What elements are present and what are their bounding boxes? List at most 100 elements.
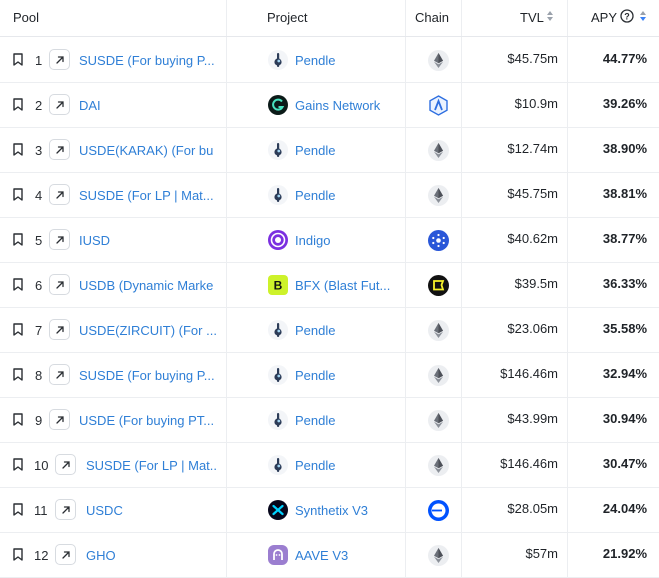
external-link-icon[interactable] (49, 229, 70, 250)
ethereum-chain-icon[interactable] (428, 320, 449, 341)
project-link[interactable]: BFX (Blast Fut... (295, 278, 395, 293)
rank-number: 5 (35, 233, 43, 248)
table-row[interactable]: 1 SUSDE (For buying P... Pendle $45.75m 44.7… (0, 38, 659, 83)
pool-link[interactable]: USDE (For buying PT... (79, 413, 216, 428)
pendle-logo-icon (268, 365, 288, 385)
rank-number: 3 (35, 143, 43, 158)
tvl-value: $57m (525, 546, 558, 561)
pool-link[interactable]: SUSDE (For LP | Mat... (86, 458, 216, 473)
pool-link[interactable]: DAI (79, 98, 216, 113)
project-link[interactable]: Pendle (295, 188, 395, 203)
tvl-sort-icon[interactable] (546, 10, 554, 25)
ethereum-chain-icon[interactable] (428, 185, 449, 206)
pool-link[interactable]: USDE(ZIRCUIT) (For ... (79, 323, 216, 338)
bookmark-icon[interactable] (13, 143, 23, 156)
external-link-icon[interactable] (49, 364, 70, 385)
table-row[interactable]: 11 USDC Synthetix V3 $28.05m 24.04% (0, 488, 659, 533)
blast-chain-icon[interactable] (428, 275, 449, 296)
project-link[interactable]: Pendle (295, 368, 395, 383)
pool-link[interactable]: GHO (86, 548, 216, 563)
external-link-icon[interactable] (49, 274, 70, 295)
project-link[interactable]: Pendle (295, 53, 395, 68)
bookmark-icon[interactable] (13, 323, 23, 336)
external-link-icon[interactable] (55, 544, 76, 565)
svg-text:B: B (274, 279, 283, 293)
table-header: Pool Project Chain TVL APY ? (0, 0, 659, 37)
table-row[interactable]: 4 SUSDE (For LP | Mat... Pendle $45.75m 38.8… (0, 173, 659, 218)
bookmark-icon[interactable] (13, 188, 23, 201)
table-row[interactable]: 9 USDE (For buying PT... Pendle $43.99m 30.9… (0, 398, 659, 443)
project-link[interactable]: Gains Network (295, 98, 395, 113)
apy-value: 38.81% (602, 186, 647, 201)
ethereum-chain-icon[interactable] (428, 140, 449, 161)
bookmark-icon[interactable] (13, 548, 23, 561)
external-link-icon[interactable] (55, 454, 76, 475)
external-link-icon[interactable] (49, 94, 70, 115)
pendle-logo-icon (268, 50, 288, 70)
bookmark-icon[interactable] (13, 278, 23, 291)
rank-number: 10 (34, 458, 49, 473)
ethereum-chain-icon[interactable] (428, 545, 449, 566)
apy-value: 24.04% (602, 501, 647, 516)
external-link-icon[interactable] (49, 409, 70, 430)
external-link-icon[interactable] (49, 139, 70, 160)
tvl-value: $39.5m (514, 276, 558, 291)
ethereum-chain-icon[interactable] (428, 50, 449, 71)
help-icon[interactable]: ? (620, 9, 634, 26)
apy-value: 35.58% (602, 321, 647, 336)
table-row[interactable]: 5 IUSD Indigo $40.62m 38.77% (0, 218, 659, 263)
ethereum-chain-icon[interactable] (428, 365, 449, 386)
cardano-chain-icon[interactable] (428, 230, 449, 251)
project-link[interactable]: Indigo (295, 233, 395, 248)
external-link-icon[interactable] (55, 499, 76, 520)
pool-link[interactable]: USDC (86, 503, 216, 518)
bookmark-icon[interactable] (13, 458, 23, 471)
project-link[interactable]: Pendle (295, 143, 395, 158)
apy-value: 36.33% (602, 276, 647, 291)
bookmark-icon[interactable] (13, 53, 23, 66)
table-row[interactable]: 8 SUSDE (For buying P... Pendle $146.46m 32.… (0, 353, 659, 398)
apy-value: 30.47% (602, 456, 647, 471)
rank-number: 8 (35, 368, 43, 383)
base-chain-icon[interactable] (428, 500, 449, 521)
bookmark-icon[interactable] (13, 503, 23, 516)
bookmark-icon[interactable] (13, 368, 23, 381)
pool-link[interactable]: USDE(KARAK) (For bu (79, 143, 216, 158)
tvl-value: $10.9m (514, 96, 558, 111)
bookmark-icon[interactable] (13, 413, 23, 426)
pool-link[interactable]: SUSDE (For LP | Mat... (79, 188, 216, 203)
arbitrum-chain-icon[interactable] (428, 95, 449, 116)
table-row[interactable]: 6 USDB (Dynamic Marke B BFX (Blast Fut... $3… (0, 263, 659, 308)
ethereum-chain-icon[interactable] (428, 455, 449, 476)
table-row[interactable]: 3 USDE(KARAK) (For bu Pendle $12.74m 38.90% (0, 128, 659, 173)
external-link-icon[interactable] (49, 184, 70, 205)
tvl-value: $146.46m (500, 366, 558, 381)
external-link-icon[interactable] (49, 49, 70, 70)
pool-link[interactable]: SUSDE (For buying P... (79, 53, 216, 68)
project-link[interactable]: Pendle (295, 458, 395, 473)
pool-link[interactable]: IUSD (79, 233, 216, 248)
table-row[interactable]: 10 SUSDE (For LP | Mat... Pendle $146.46m 30… (0, 443, 659, 488)
pool-link[interactable]: USDB (Dynamic Marke (79, 278, 216, 293)
table-row[interactable]: 2 DAI Gains Network $10.9m 39.26% (0, 83, 659, 128)
aave-logo-icon (268, 545, 288, 565)
pendle-logo-icon (268, 320, 288, 340)
table-row[interactable]: 7 USDE(ZIRCUIT) (For ... Pendle $23.06m 35.5… (0, 308, 659, 353)
external-link-icon[interactable] (49, 319, 70, 340)
bookmark-icon[interactable] (13, 233, 23, 246)
header-apy[interactable]: APY (591, 10, 617, 25)
apy-sort-icon[interactable] (639, 10, 647, 25)
header-project: Project (267, 10, 308, 25)
rank-number: 11 (34, 503, 48, 518)
pool-link[interactable]: SUSDE (For buying P... (79, 368, 216, 383)
rank-number: 1 (35, 53, 43, 68)
project-link[interactable]: Pendle (295, 413, 395, 428)
table-row[interactable]: 12 GHO AAVE V3 $57m 21.92% (0, 533, 659, 578)
project-link[interactable]: Synthetix V3 (295, 503, 395, 518)
bookmark-icon[interactable] (13, 98, 23, 111)
bfx-logo-icon: B (268, 275, 288, 295)
project-link[interactable]: AAVE V3 (295, 548, 395, 563)
ethereum-chain-icon[interactable] (428, 410, 449, 431)
project-link[interactable]: Pendle (295, 323, 395, 338)
header-tvl[interactable]: TVL (520, 10, 544, 25)
